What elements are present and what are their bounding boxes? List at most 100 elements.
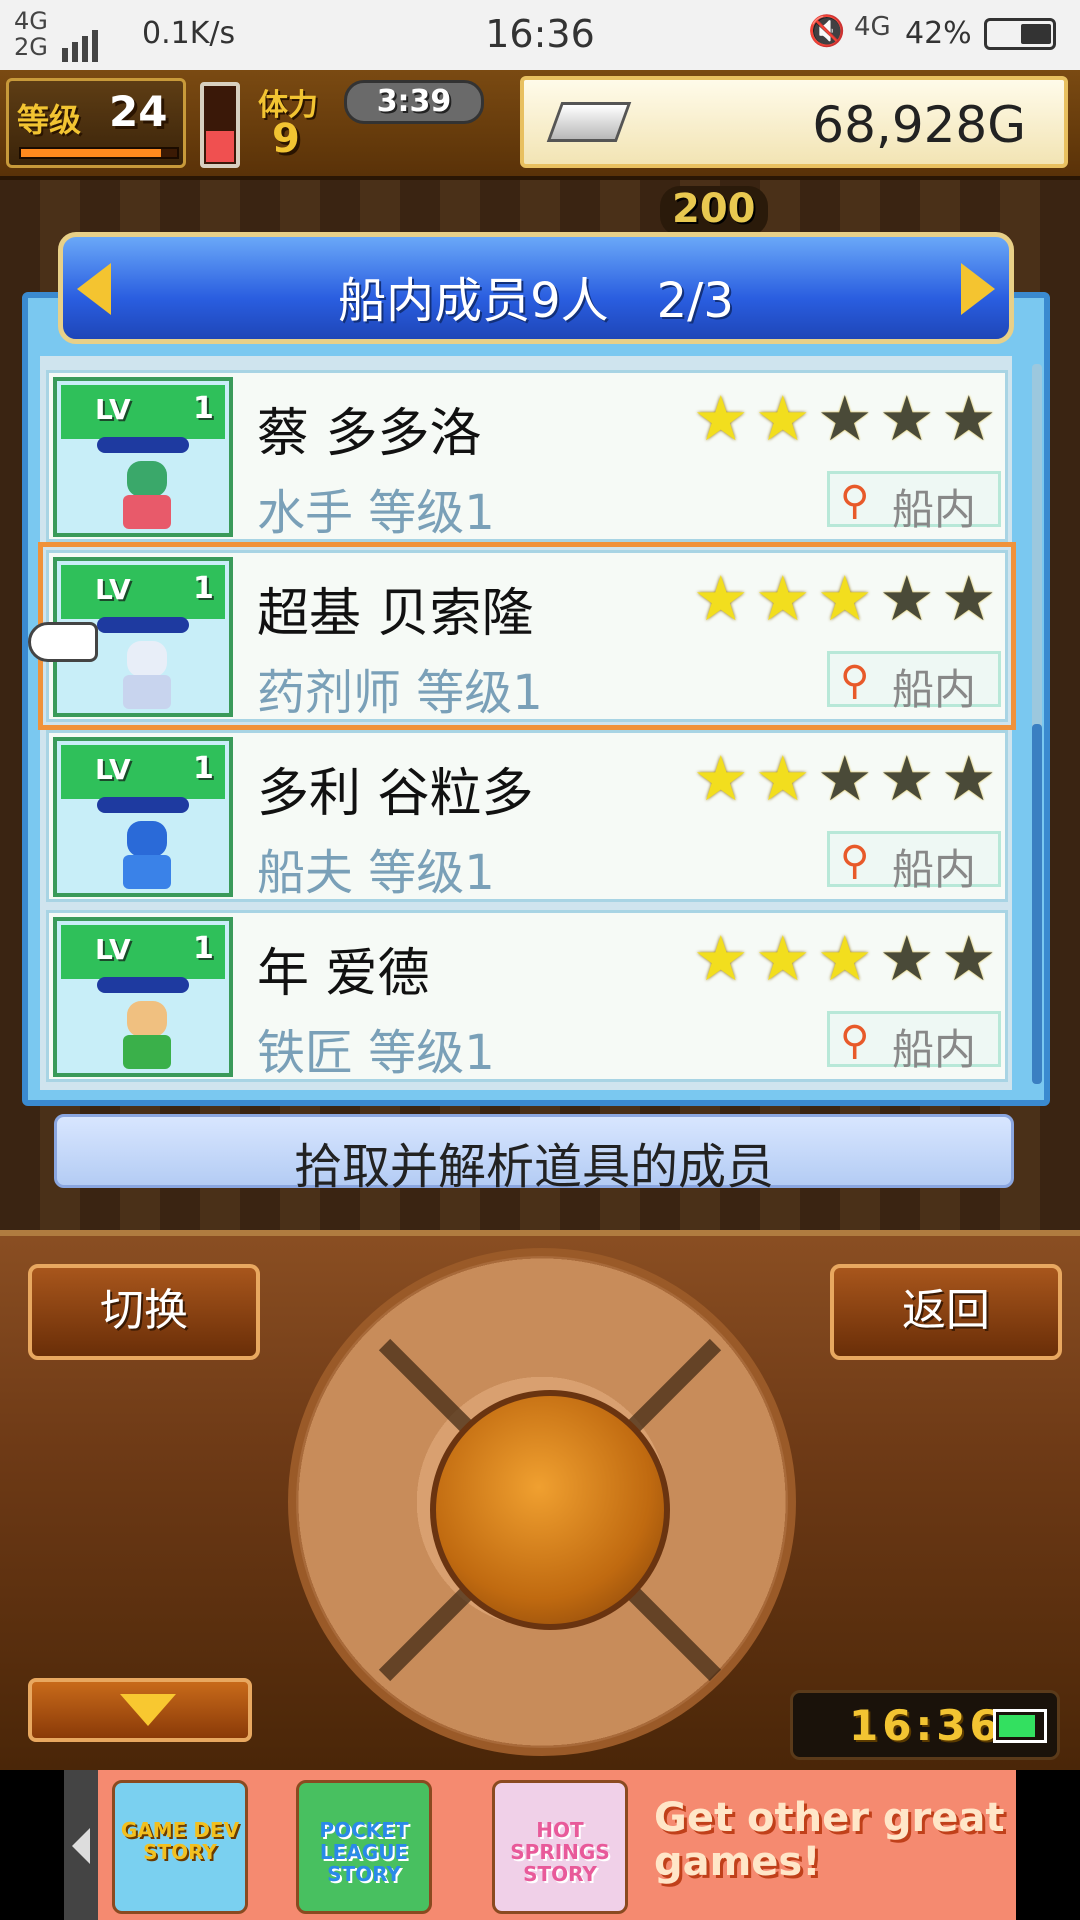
crew-rating: ★ ★ ★ ★ ★ <box>693 747 1003 811</box>
star-filled-icon: ★ <box>817 922 873 995</box>
battery-percent: 42% <box>905 16 972 51</box>
crew-exp-bar <box>97 617 189 633</box>
crew-level: 1 <box>193 751 214 786</box>
crew-level: 1 <box>193 571 214 606</box>
star-empty-icon: ★ <box>817 742 873 815</box>
star-filled-icon: ★ <box>817 562 873 635</box>
ad-banner[interactable]: GAME DEV STORY POCKET LEAGUE STORY HOT S… <box>0 1770 1080 1920</box>
aboard-label: 船内 <box>892 845 977 894</box>
aboard-badge: ⚲ 船内 <box>827 831 1001 894</box>
crew-list-scrollbar[interactable] <box>1032 364 1042 1084</box>
star-empty-icon: ★ <box>941 922 997 995</box>
switch-button[interactable]: 切换 <box>28 1264 260 1360</box>
crew-name: 蔡 多多洛 <box>257 404 482 464</box>
level-label: 等级 <box>17 101 82 139</box>
lv-label: LV <box>95 753 131 786</box>
stamina-value: 9 <box>272 116 300 162</box>
ad-game-title: POCKET LEAGUE STORY <box>319 1818 409 1886</box>
star-filled-icon: ★ <box>693 742 749 815</box>
sailor-sprite-icon <box>111 457 183 533</box>
lv-label: LV <box>95 393 131 426</box>
crew-exp-bar <box>97 437 189 453</box>
ad-cta-text: Get other great games! <box>654 1795 1005 1885</box>
back-button[interactable]: 返回 <box>830 1264 1062 1360</box>
dpad[interactable] <box>288 1248 796 1756</box>
game-hud: 等级 24 体力 9 3:39 68,928G <box>0 70 1080 180</box>
star-filled-icon: ★ <box>693 382 749 455</box>
crew-member-row[interactable]: LV 1 多利 谷粒多 船夫 等级1 ★ ★ ★ ★ ★ ⚲ 船内 <box>46 730 1008 902</box>
lv-label: LV <box>95 573 131 606</box>
star-empty-icon: ★ <box>817 382 873 455</box>
crew-member-row[interactable]: LV 1 蔡 多多洛 水手 等级1 ★ ★ ★ ★ ★ ⚲ 船内 <box>46 370 1008 542</box>
star-filled-icon: ★ <box>755 382 811 455</box>
clock-time: 16:36 <box>849 1701 1003 1750</box>
crew-job: 药剂师 等级1 <box>257 665 543 721</box>
crew-level-tag: LV 1 <box>61 565 225 619</box>
aboard-badge: ⚲ 船内 <box>827 1011 1001 1074</box>
crew-member-row-selected[interactable]: LV 1 超基 贝索隆 药剂师 等级1 ★ ★ ★ ★ ★ ⚲ 船内 <box>38 542 1016 730</box>
money-display: 68,928G <box>520 76 1068 168</box>
star-empty-icon: ★ <box>879 562 935 635</box>
mute-icon: 🔇 <box>808 14 846 49</box>
ad-game-tile[interactable]: POCKET LEAGUE STORY <box>296 1780 432 1914</box>
next-page-button[interactable] <box>961 263 995 315</box>
money-value: 68,928G <box>812 96 1026 154</box>
lv-label: LV <box>95 933 131 966</box>
aboard-label: 船内 <box>892 485 977 534</box>
ad-game-title: HOT SPRINGS STORY <box>510 1818 610 1886</box>
dpad-center-button[interactable] <box>430 1390 670 1630</box>
crew-name: 年 爱德 <box>257 944 430 1004</box>
crew-panel-title: 船内成员9人 2/3 <box>338 273 734 329</box>
crew-rating: ★ ★ ★ ★ ★ <box>693 927 1003 991</box>
crew-level: 1 <box>193 391 214 426</box>
star-empty-icon: ★ <box>941 382 997 455</box>
crew-job: 铁匠 等级1 <box>257 1025 495 1081</box>
crew-level-tag: LV 1 <box>61 745 225 799</box>
ad-game-tile[interactable]: HOT SPRINGS STORY <box>492 1780 628 1914</box>
description-bar: 拾取并解析道具的成员 <box>54 1114 1014 1195</box>
crew-level: 1 <box>193 931 214 966</box>
silver-bar-icon <box>546 102 632 142</box>
game-clock: 16:36 <box>790 1690 1060 1760</box>
aboard-badge: ⚲ 船内 <box>827 651 1001 714</box>
crew-portrait: LV 1 <box>53 917 233 1077</box>
ad-game-tile[interactable]: GAME DEV STORY <box>112 1780 248 1914</box>
blacksmith-sprite-icon <box>111 997 183 1073</box>
star-empty-icon: ★ <box>879 382 935 455</box>
star-filled-icon: ★ <box>755 922 811 995</box>
network-4g-icon: 4G <box>854 12 891 42</box>
crew-portrait: LV 1 <box>53 377 233 537</box>
aboard-label: 船内 <box>892 665 977 714</box>
exp-bar <box>19 147 179 159</box>
crew-rating: ★ ★ ★ ★ ★ <box>693 387 1003 451</box>
star-empty-icon: ★ <box>879 742 935 815</box>
hand-pointer-icon <box>28 622 98 662</box>
player-level-box: 等级 24 <box>6 78 186 168</box>
crew-rating: ★ ★ ★ ★ ★ <box>693 567 1003 631</box>
star-empty-icon: ★ <box>941 742 997 815</box>
magnifier-icon: ⚲ <box>840 838 870 884</box>
crew-job: 船夫 等级1 <box>257 845 495 901</box>
crew-name: 多利 谷粒多 <box>257 764 534 824</box>
crew-panel-header: 船内成员9人 2/3 <box>58 232 1014 344</box>
crew-name: 超基 贝索隆 <box>257 584 534 644</box>
star-filled-icon: ★ <box>755 742 811 815</box>
crew-member-row[interactable]: LV 1 年 爱德 铁匠 等级1 ★ ★ ★ ★ ★ ⚲ 船内 <box>46 910 1008 1082</box>
menu-down-button[interactable] <box>28 1678 252 1742</box>
battery-icon <box>984 18 1056 50</box>
star-empty-icon: ★ <box>879 922 935 995</box>
ad-prev-arrow-icon[interactable] <box>64 1770 98 1920</box>
aboard-badge: ⚲ 船内 <box>827 471 1001 534</box>
crew-level-tag: LV 1 <box>61 925 225 979</box>
star-filled-icon: ★ <box>693 562 749 635</box>
star-empty-icon: ★ <box>941 562 997 635</box>
magnifier-icon: ⚲ <box>840 1018 870 1064</box>
ad-game-title: GAME DEV STORY <box>120 1818 240 1864</box>
star-filled-icon: ★ <box>755 562 811 635</box>
magnifier-icon: ⚲ <box>840 478 870 524</box>
status-bar: 4G 2G 0.1K/s 16:36 🔇 4G 42% <box>0 0 1080 70</box>
crew-exp-bar <box>97 977 189 993</box>
star-filled-icon: ★ <box>693 922 749 995</box>
battery-icon <box>993 1709 1047 1743</box>
aboard-label: 船内 <box>892 1025 977 1074</box>
